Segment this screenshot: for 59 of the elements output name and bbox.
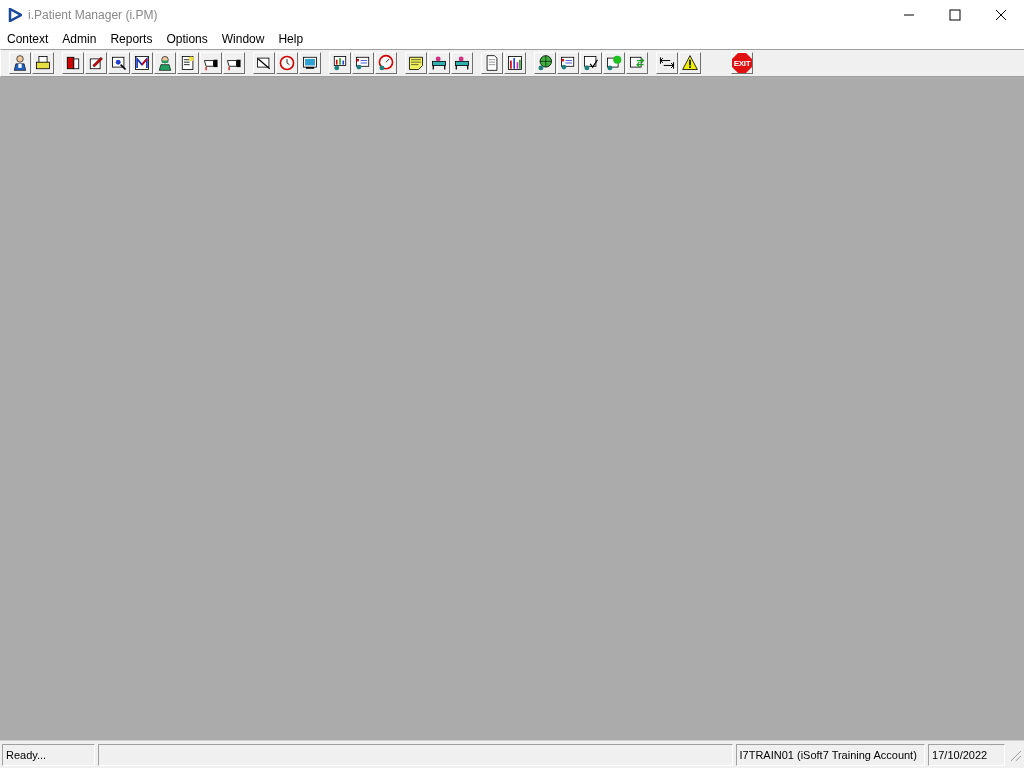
chart-screen-icon — [331, 54, 349, 72]
app-logo-icon — [8, 8, 22, 22]
menu-item[interactable]: Options — [159, 32, 215, 46]
book-icon — [64, 54, 82, 72]
letter-m-icon — [133, 54, 151, 72]
search-doc-icon — [110, 54, 128, 72]
toolbar-button[interactable] — [9, 52, 31, 74]
toolbar-button[interactable] — [405, 52, 427, 74]
toolbar-button[interactable] — [656, 52, 678, 74]
bar-chart-icon — [506, 54, 524, 72]
surgeon-icon — [156, 54, 174, 72]
status-message: Ready... — [2, 743, 95, 766]
menu-item[interactable]: Help — [271, 32, 311, 46]
toolbar-button[interactable] — [557, 52, 579, 74]
toolbar-button[interactable] — [428, 52, 450, 74]
toolbar-button[interactable] — [329, 52, 351, 74]
monitor-icon — [301, 54, 319, 72]
gauge-icon — [377, 54, 395, 72]
toolbar-button[interactable] — [451, 52, 473, 74]
form-icon — [354, 54, 372, 72]
maximize-icon[interactable] — [949, 9, 961, 21]
window-title: i.Patient Manager (i.PM) — [28, 8, 159, 22]
bed-icon — [430, 54, 448, 72]
form-check-icon — [582, 54, 600, 72]
toolbar-button[interactable] — [626, 52, 648, 74]
toolbar-button[interactable] — [481, 52, 503, 74]
toolbar-button[interactable] — [131, 52, 153, 74]
notes-icon — [179, 54, 197, 72]
arrows-icon — [658, 54, 676, 72]
sticky-note-icon — [407, 54, 425, 72]
toolbar-button[interactable] — [177, 52, 199, 74]
menu-item[interactable]: Context — [0, 32, 56, 46]
form-icon — [559, 54, 577, 72]
person-icon — [11, 54, 29, 72]
status-account: I7TRAIN01 (iSoft7 Training Account) — [735, 743, 926, 766]
toolbar-button[interactable] — [534, 52, 556, 74]
edit-icon — [87, 54, 105, 72]
toolbar-button[interactable] — [299, 52, 321, 74]
toolbar-button[interactable] — [85, 52, 107, 74]
toolbar-button[interactable] — [108, 52, 130, 74]
toolbar-button[interactable] — [504, 52, 526, 74]
toolbar-button[interactable] — [679, 52, 701, 74]
toolbar-button[interactable] — [352, 52, 374, 74]
clock-icon — [278, 54, 296, 72]
bed-icon — [453, 54, 471, 72]
menu-item[interactable]: Admin — [55, 32, 104, 46]
printer-icon — [34, 54, 52, 72]
page-icon — [483, 54, 501, 72]
warning-icon — [681, 54, 699, 72]
toolbar-button[interactable] — [154, 52, 176, 74]
close-icon[interactable] — [995, 9, 1007, 21]
toolbar-button[interactable] — [32, 52, 54, 74]
toolbar-button[interactable] — [62, 52, 84, 74]
toolbar-button[interactable] — [580, 52, 602, 74]
menu-item[interactable]: Window — [214, 32, 272, 46]
status-date: 17/10/2022 — [928, 743, 1006, 766]
exit-button[interactable]: EXIT — [731, 52, 753, 74]
menu-item[interactable]: Reports — [103, 32, 160, 46]
globe-icon — [536, 54, 554, 72]
